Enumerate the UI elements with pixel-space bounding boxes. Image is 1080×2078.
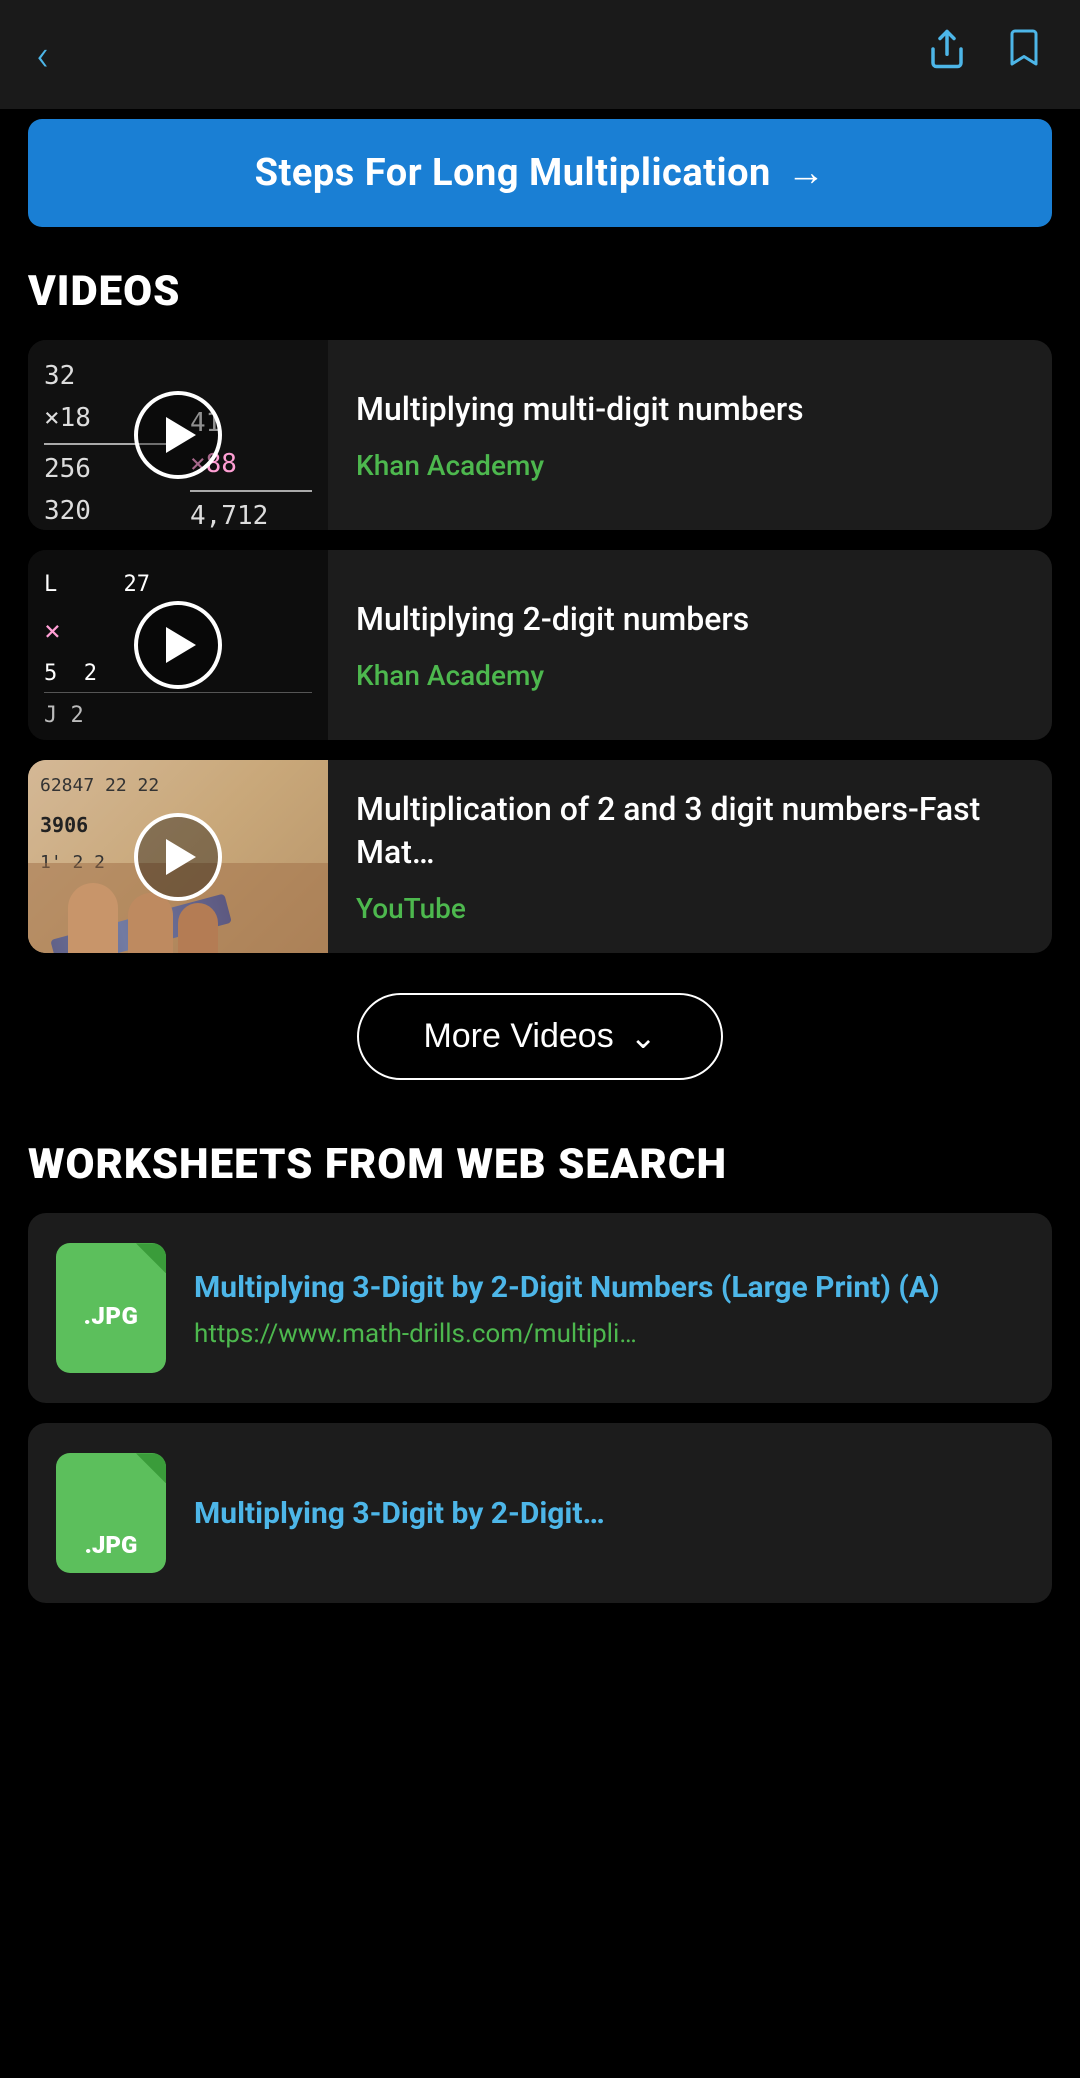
- worksheet-url-1: https://www.math-drills.com/multipli…: [194, 1319, 1024, 1349]
- video-info-1: Multiplying multi-digit numbers Khan Aca…: [328, 340, 1052, 530]
- play-button-1[interactable]: [134, 391, 222, 479]
- play-button-2[interactable]: [134, 601, 222, 689]
- back-button[interactable]: ‹: [36, 33, 49, 77]
- play-button-3[interactable]: [134, 813, 222, 901]
- steps-banner[interactable]: Steps For Long Multiplication→: [28, 119, 1052, 227]
- banner-text: Steps For Long Multiplication→: [255, 151, 826, 195]
- video-list: 32 ×18 256 320 576 41 ×88 4,712: [0, 340, 1080, 953]
- top-bar-right: [926, 28, 1044, 81]
- share-icon[interactable]: [926, 28, 968, 81]
- video-thumbnail-3: 62847 22 22 3906 1' 2 2: [28, 760, 328, 953]
- worksheet-title-1: Multiplying 3-Digit by 2-Digit Numbers (…: [194, 1268, 1024, 1309]
- video-source-2: Khan Academy: [356, 659, 1024, 692]
- video-source-3: YouTube: [356, 892, 1024, 925]
- video-source-1: Khan Academy: [356, 449, 1024, 482]
- video-title-1: Multiplying multi-digit numbers: [356, 388, 1024, 431]
- chevron-down-icon: ⌄: [630, 1021, 657, 1053]
- worksheet-info-1: Multiplying 3-Digit by 2-Digit Numbers (…: [194, 1268, 1024, 1349]
- worksheet-ext-1: .JPG: [84, 1302, 139, 1330]
- video-thumbnail-1: 32 ×18 256 320 576 41 ×88 4,712: [28, 340, 328, 530]
- worksheet-ext-2: .JPG: [85, 1531, 138, 1559]
- worksheet-title-2: Multiplying 3-Digit by 2-Digit…: [194, 1494, 1024, 1533]
- video-thumbnail-2: L 27 × 5 2 J 2: [28, 550, 328, 740]
- worksheets-heading: WORKSHEETS FROM WEB SEARCH: [0, 1130, 1080, 1213]
- worksheet-info-2: Multiplying 3-Digit by 2-Digit…: [194, 1494, 1024, 1533]
- worksheet-icon-1: .JPG: [56, 1243, 166, 1373]
- videos-section: VIDEOS 32 ×18 256 320 576 41 ×88 4,712: [0, 257, 1080, 1080]
- bookmark-icon[interactable]: [1004, 28, 1044, 81]
- video-info-2: Multiplying 2-digit numbers Khan Academy: [328, 550, 1052, 740]
- video-title-3: Multiplication of 2 and 3 digit numbers-…: [356, 788, 1024, 874]
- worksheets-section: WORKSHEETS FROM WEB SEARCH .JPG Multiply…: [0, 1130, 1080, 1653]
- videos-heading: VIDEOS: [0, 257, 1080, 340]
- video-title-2: Multiplying 2-digit numbers: [356, 598, 1024, 641]
- video-card-3[interactable]: 62847 22 22 3906 1' 2 2: [28, 760, 1052, 953]
- worksheet-card-1[interactable]: .JPG Multiplying 3-Digit by 2-Digit Numb…: [28, 1213, 1052, 1403]
- video-card-1[interactable]: 32 ×18 256 320 576 41 ×88 4,712: [28, 340, 1052, 530]
- worksheet-icon-2: .JPG: [56, 1453, 166, 1573]
- top-bar: ‹: [0, 0, 1080, 109]
- video-card-2[interactable]: L 27 × 5 2 J 2 Multiplying 2-digit numbe…: [28, 550, 1052, 740]
- more-videos-label: More Videos: [423, 1017, 613, 1056]
- top-bar-left: ‹: [36, 33, 49, 77]
- worksheet-card-2[interactable]: .JPG Multiplying 3-Digit by 2-Digit…: [28, 1423, 1052, 1603]
- video-info-3: Multiplication of 2 and 3 digit numbers-…: [328, 760, 1052, 953]
- more-videos-button[interactable]: More Videos ⌄: [357, 993, 722, 1080]
- more-videos-container: More Videos ⌄: [0, 993, 1080, 1080]
